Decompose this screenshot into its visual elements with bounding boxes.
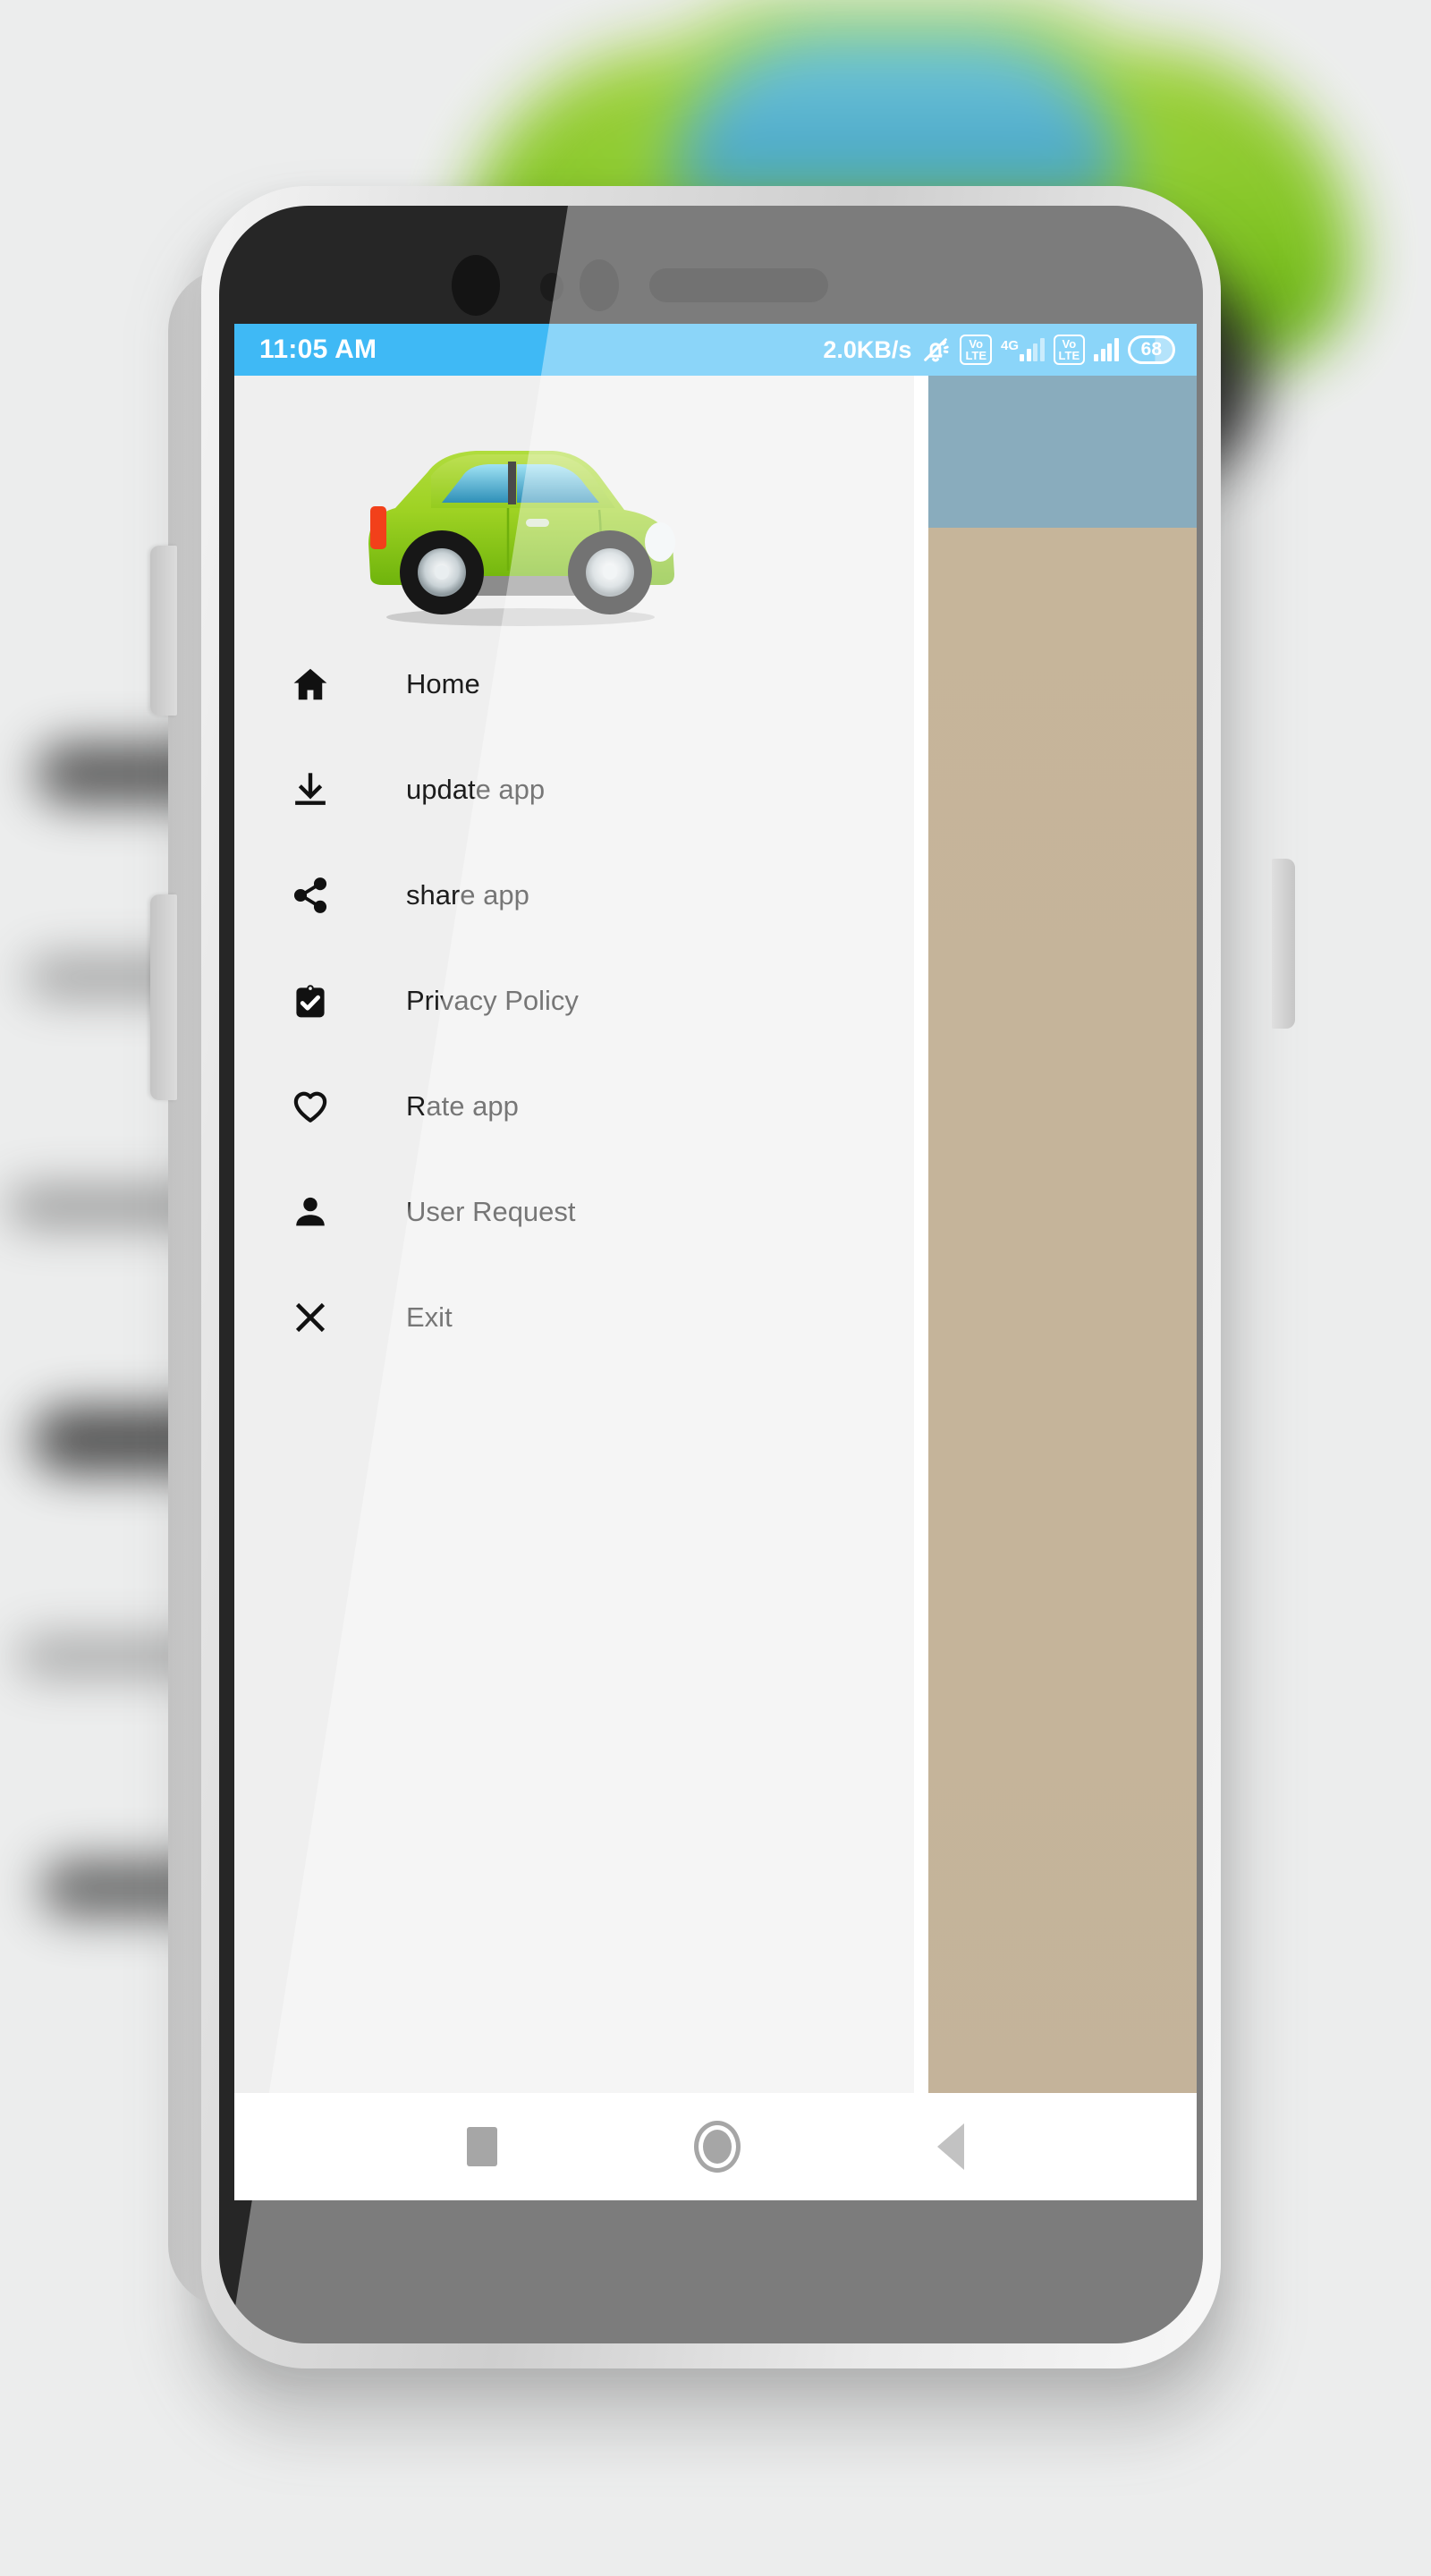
volume-down-button[interactable] [150,894,177,1100]
menu-label-user-request: User Request [406,1196,576,1227]
proximity-sensor-icon [540,273,563,301]
android-nav-bar [234,2093,1197,2200]
menu-label-rate-app: Rate app [406,1090,519,1122]
network-type-label: 4G [1001,338,1020,353]
menu-item-exit[interactable]: Exit [234,1265,914,1370]
panel-gutter [914,376,928,2200]
menu-item-rate-app[interactable]: Rate app [234,1054,914,1159]
power-button[interactable] [1272,859,1295,1029]
status-icons: 2.0KB/s Vo LTE 4G Vo LTE 68 [823,335,1175,365]
drawer-menu: Home update app share app Privacy Policy… [234,631,914,1370]
battery-indicator: 68 [1127,335,1175,364]
menu-label-exit: Exit [406,1301,453,1333]
menu-label-privacy-policy: Privacy Policy [406,985,579,1016]
volte2-bottom-text: LTE [1058,349,1080,362]
menu-item-share-app[interactable]: share app [234,843,914,948]
share-icon [284,869,336,921]
volte-icon-2: Vo LTE [1053,335,1086,365]
earpiece-speaker [649,268,828,302]
person-icon [284,1186,336,1238]
green-car-illustration [342,410,699,633]
signal-bars-icon-2 [1094,338,1119,361]
menu-item-privacy-policy[interactable]: Privacy Policy [234,948,914,1054]
screenshot-root: 11:05 AM 2.0KB/s Vo LTE 4G Vo LTE 68 Hom… [0,0,1431,2576]
home-icon [284,658,336,710]
volte-bottom-text: LTE [965,349,987,362]
recents-square-icon[interactable] [467,2127,497,2166]
background-panel-tan [914,528,1197,2190]
menu-item-home[interactable]: Home [234,631,914,737]
menu-label-home: Home [406,668,480,699]
menu-item-update-app[interactable]: update app [234,737,914,843]
volte-icon-1: Vo LTE [960,335,993,365]
light-sensor-icon [580,259,619,311]
clipboard-check-icon [284,975,336,1027]
background-panel-teal [914,376,1197,528]
menu-label-update-app: update app [406,774,546,805]
home-circle-icon[interactable] [694,2121,741,2173]
heart-icon [284,1080,336,1132]
navigation-drawer: Home update app share app Privacy Policy… [234,376,914,1818]
menu-label-share-app: share app [406,879,529,911]
status-clock: 11:05 AM [259,335,377,364]
phone-screen: 11:05 AM 2.0KB/s Vo LTE 4G Vo LTE 68 Hom… [234,324,1197,2200]
status-bar: 11:05 AM 2.0KB/s Vo LTE 4G Vo LTE 68 [234,324,1197,376]
close-icon [284,1292,336,1343]
download-icon [284,764,336,816]
volume-up-button[interactable] [150,546,177,716]
front-camera-icon [452,255,500,316]
signal-bars-icon-1: 4G [1001,338,1045,361]
menu-item-user-request[interactable]: User Request [234,1159,914,1265]
back-triangle-icon[interactable] [937,2123,964,2170]
bell-mute-icon [920,335,951,365]
drawer-content: Home update app share app Privacy Policy… [234,376,1197,2200]
network-speed-label: 2.0KB/s [823,335,912,363]
